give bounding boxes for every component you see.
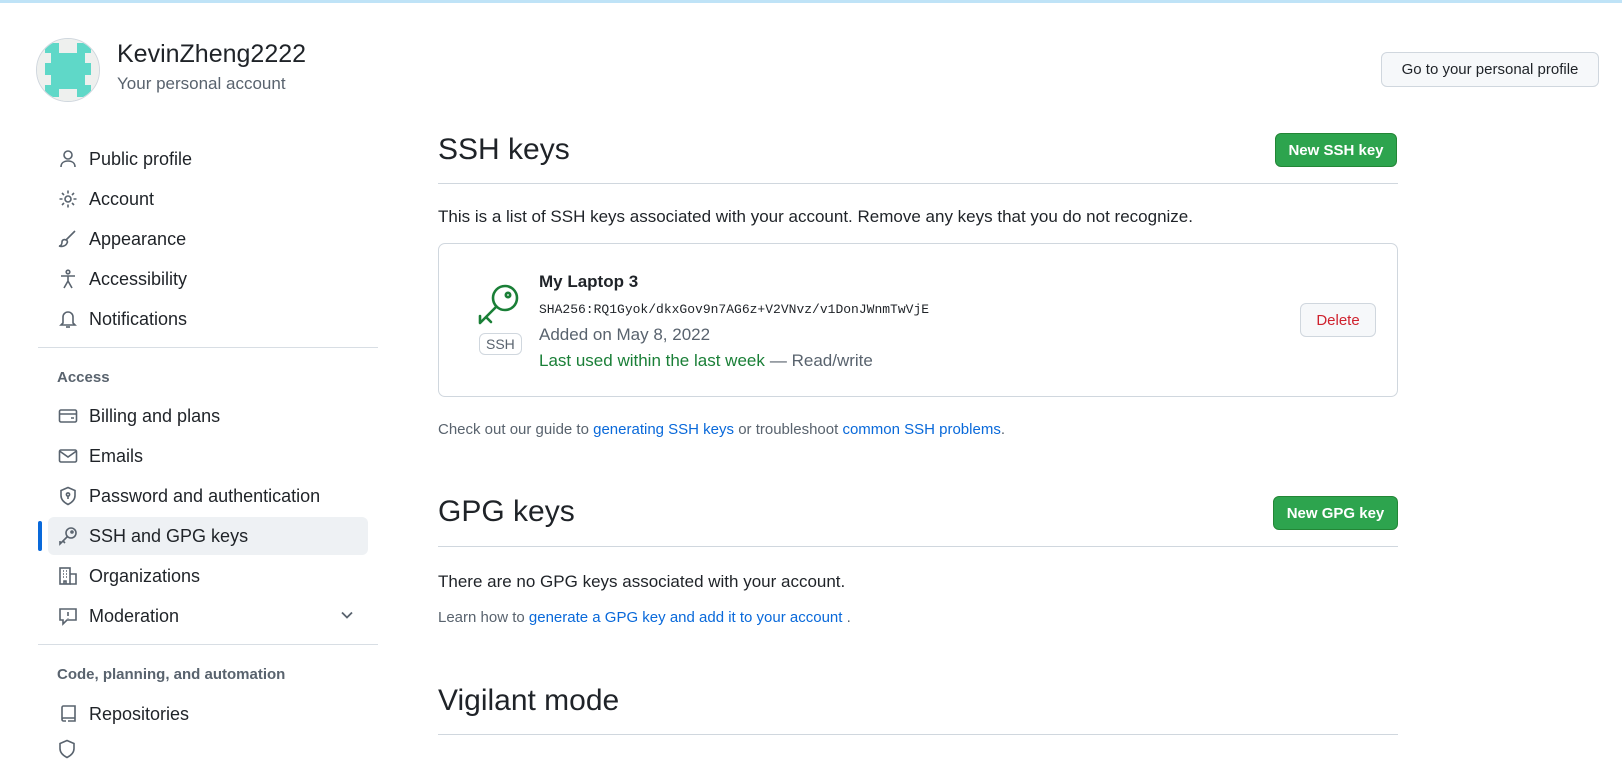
paintbrush-icon bbox=[57, 228, 79, 250]
learn-prefix: Learn how to bbox=[438, 609, 529, 626]
generating-ssh-keys-link[interactable]: generating SSH keys bbox=[593, 421, 734, 438]
ssh-key-usage: Last used within the last week — Read/wr… bbox=[539, 351, 873, 371]
report-icon bbox=[57, 605, 79, 627]
sidebar-item-account[interactable]: Account bbox=[48, 180, 368, 218]
ssh-key-card bbox=[438, 243, 1398, 397]
go-to-profile-button[interactable]: Go to your personal profile bbox=[1381, 52, 1599, 87]
sidebar-item-accessibility[interactable]: Accessibility bbox=[48, 260, 368, 298]
sidebar-divider bbox=[38, 347, 378, 348]
sidebar-item-label: Accessibility bbox=[89, 268, 188, 289]
sidebar-item-label: Repositories bbox=[89, 703, 190, 724]
shield-icon bbox=[57, 739, 77, 764]
ssh-key-name: My Laptop 3 bbox=[539, 272, 639, 291]
key-icon bbox=[476, 282, 522, 333]
sidebar-item-billing[interactable]: Billing and plans bbox=[48, 397, 368, 435]
ssh-key-added-date: Added on May 8, 2022 bbox=[539, 325, 711, 344]
ssh-badge: SSH bbox=[479, 333, 522, 355]
sidebar-heading-access: Access bbox=[57, 369, 110, 386]
sidebar-item-label: SSH and GPG keys bbox=[89, 525, 249, 546]
ssh-key-access: — Read/write bbox=[769, 351, 873, 370]
sidebar-item-organizations[interactable]: Organizations bbox=[48, 557, 368, 595]
guide-suffix: . bbox=[1000, 421, 1005, 438]
guide-middle: or troubleshoot bbox=[734, 421, 843, 438]
bell-icon bbox=[57, 308, 79, 330]
mail-icon bbox=[57, 445, 79, 467]
sidebar-item-label: Notifications bbox=[89, 308, 188, 329]
gpg-empty-text: There are no GPG keys associated with yo… bbox=[438, 572, 846, 591]
sidebar-divider bbox=[38, 644, 378, 645]
vigilant-mode-title: Vigilant mode bbox=[438, 684, 620, 717]
shield-lock-icon bbox=[57, 485, 79, 507]
gpg-learn-text: Learn how to generate a GPG key and add … bbox=[438, 609, 851, 626]
common-ssh-problems-link[interactable]: common SSH problems bbox=[842, 421, 1000, 438]
ssh-keys-title: SSH keys bbox=[438, 133, 570, 166]
sidebar-item-label: Organizations bbox=[89, 565, 201, 586]
sidebar-item-label: Moderation bbox=[89, 605, 180, 626]
guide-prefix: Check out our guide to bbox=[438, 421, 594, 438]
sidebar-item-appearance[interactable]: Appearance bbox=[48, 220, 368, 258]
ssh-key-last-used: Last used within the last week bbox=[539, 351, 765, 370]
ssh-title-divider bbox=[438, 183, 1398, 184]
username[interactable]: KevinZheng2222 bbox=[117, 40, 306, 69]
sidebar-item-ssh-gpg-keys[interactable]: SSH and GPG keys bbox=[48, 517, 368, 555]
gpg-keys-title: GPG keys bbox=[438, 495, 575, 528]
sidebar-item-label: Public profile bbox=[89, 148, 193, 169]
sidebar-item-notifications[interactable]: Notifications bbox=[48, 300, 368, 338]
new-ssh-key-button[interactable]: New SSH key bbox=[1275, 133, 1397, 167]
sidebar-item-label: Account bbox=[89, 188, 155, 209]
ssh-key-fingerprint: SHA256:RQ1Gyok/dkxGov9n7AG6z+V2VNvz/v1Do… bbox=[539, 302, 930, 317]
vigilant-title-divider bbox=[438, 734, 1398, 735]
key-icon bbox=[57, 525, 79, 547]
sidebar-item-label: Appearance bbox=[89, 228, 187, 249]
ssh-intro-text: This is a list of SSH keys associated wi… bbox=[438, 207, 1193, 226]
person-icon bbox=[57, 148, 79, 170]
sidebar-item-password-auth[interactable]: Password and authentication bbox=[48, 477, 368, 515]
credit-card-icon bbox=[57, 405, 79, 427]
delete-ssh-key-button[interactable]: Delete bbox=[1300, 303, 1376, 337]
new-gpg-key-button[interactable]: New GPG key bbox=[1273, 496, 1398, 530]
sidebar-item-label: Emails bbox=[89, 445, 144, 466]
learn-suffix: . bbox=[842, 609, 851, 626]
sidebar-item-public-profile[interactable]: Public profile bbox=[48, 140, 368, 178]
ssh-guide-text: Check out our guide to generating SSH ke… bbox=[438, 421, 1005, 438]
avatar[interactable] bbox=[36, 38, 100, 102]
generate-gpg-key-link[interactable]: generate a GPG key and add it to your ac… bbox=[529, 609, 843, 626]
active-indicator bbox=[38, 521, 42, 551]
sidebar-item-label: Password and authentication bbox=[89, 485, 321, 506]
accessibility-icon bbox=[57, 268, 79, 290]
organization-icon bbox=[57, 565, 79, 587]
account-subtitle: Your personal account bbox=[117, 74, 286, 93]
chevron-down-icon[interactable] bbox=[338, 606, 356, 629]
sidebar-item-emails[interactable]: Emails bbox=[48, 437, 368, 475]
sidebar-item-moderation[interactable]: Moderation bbox=[48, 597, 368, 635]
sidebar-item-label: Billing and plans bbox=[89, 405, 221, 426]
sidebar-heading-code: Code, planning, and automation bbox=[57, 666, 286, 683]
sidebar-item-repositories[interactable]: Repositories bbox=[48, 695, 368, 733]
gear-icon bbox=[57, 188, 79, 210]
top-border bbox=[0, 0, 1622, 3]
gpg-title-divider bbox=[438, 546, 1398, 547]
repo-icon bbox=[57, 703, 79, 725]
